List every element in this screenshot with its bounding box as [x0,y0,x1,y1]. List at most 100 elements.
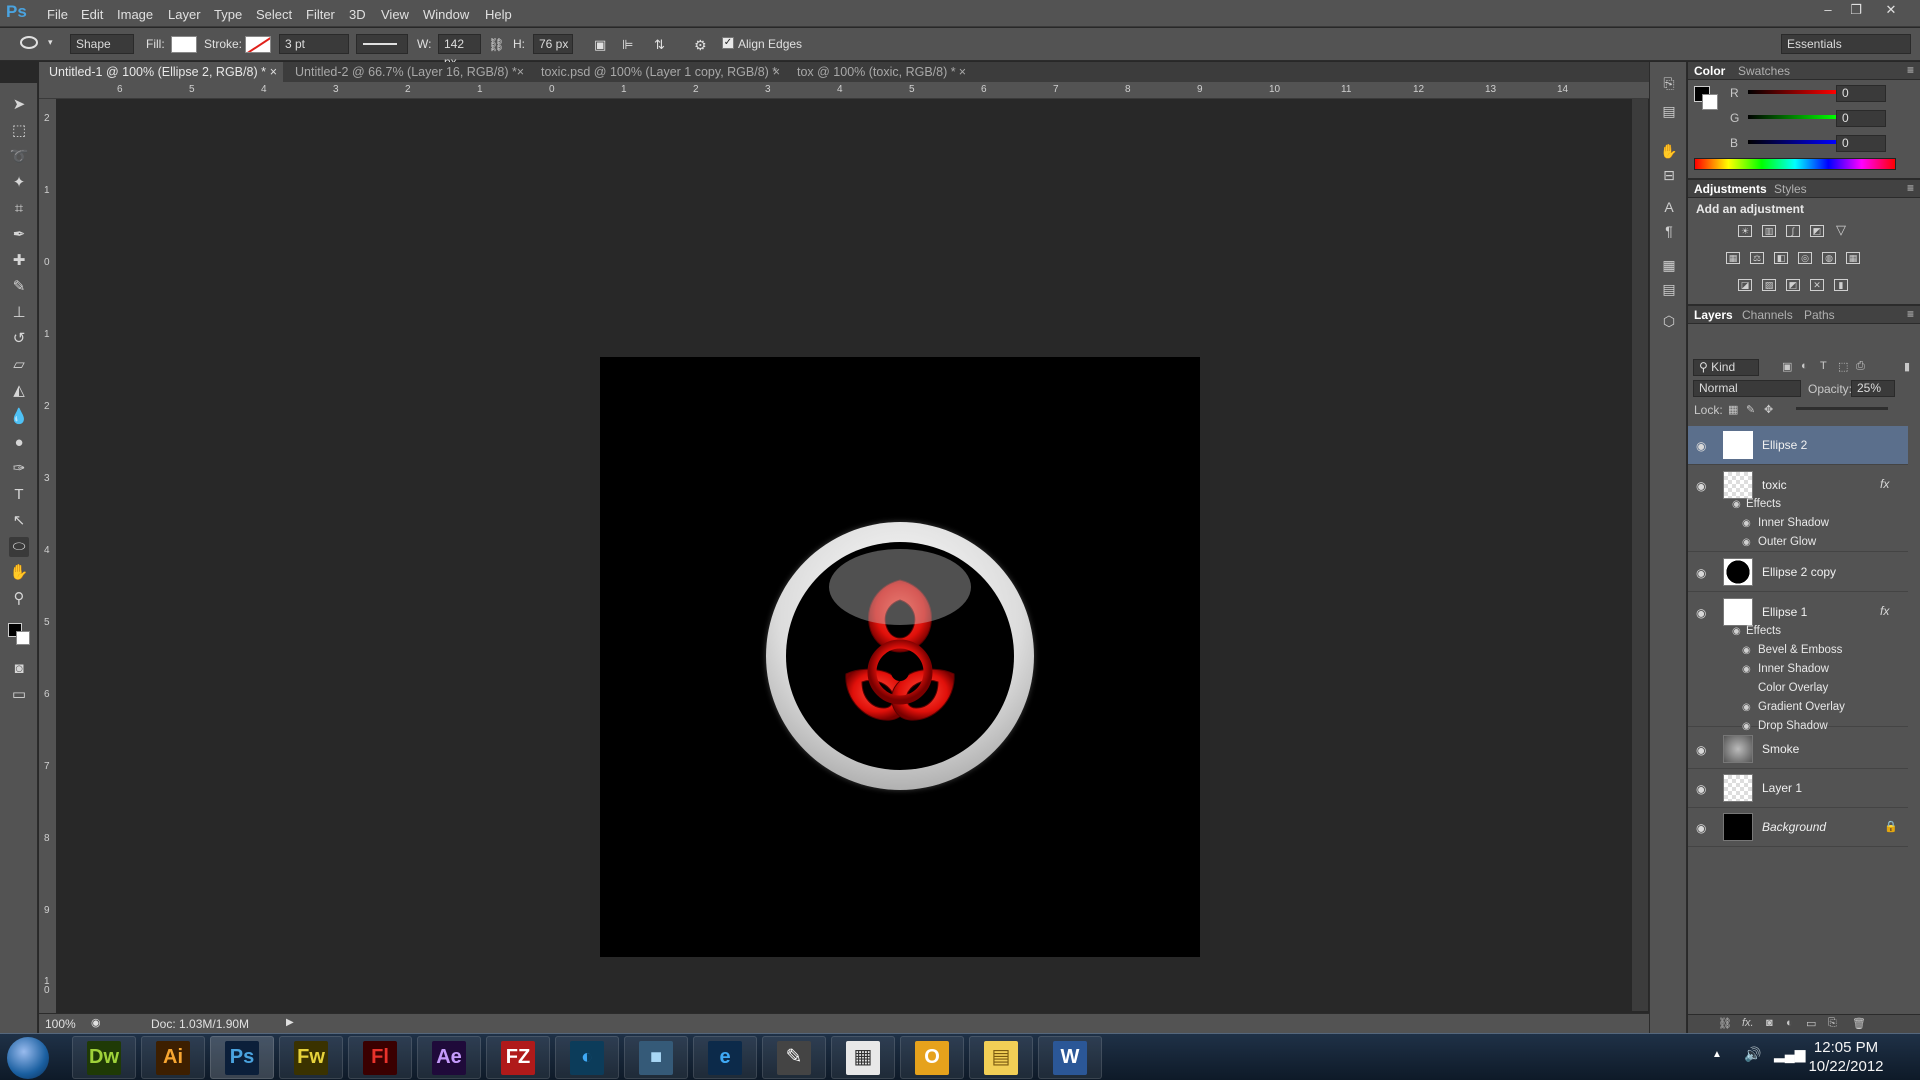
filter-toggle-icon[interactable]: ▮ [1904,360,1910,373]
quick-mask-icon[interactable]: ◙ [9,659,29,679]
color-balance-icon[interactable]: ⚖ [1750,252,1764,264]
menu-select[interactable]: Select [256,7,292,22]
hand-tool-icon[interactable]: ✋ [9,563,29,583]
effect-inner-shadow[interactable]: Inner Shadow [1758,517,1829,529]
add-style-icon[interactable]: fx. [1742,1017,1754,1029]
panel-menu-icon[interactable]: ≡ [1907,63,1914,77]
tab-toxic-psd[interactable]: toxic.psd @ 100% (Layer 1 copy, RGB/8) *… [531,62,786,82]
healing-brush-tool-icon[interactable]: ✚ [9,251,29,271]
restore-icon[interactable]: ❐ [1845,2,1867,20]
exposure-icon[interactable]: ◩ [1810,225,1824,237]
tab-adjustments[interactable]: Adjustments [1694,180,1767,198]
taskbar-app-dreamweaver[interactable]: Dw [72,1036,136,1079]
link-icon[interactable]: ⛓ [488,37,505,53]
close-tab-icon[interactable]: × [773,62,780,82]
filter-pixel-icon[interactable]: ▣ [1782,360,1792,373]
layer-row-smoke[interactable]: ◉ Smoke [1688,730,1908,769]
menu-help[interactable]: Help [485,7,512,22]
minimize-icon[interactable]: – [1817,2,1839,20]
new-adjustment-icon[interactable]: ◐ [1786,1017,1793,1029]
path-arrangement-icon[interactable]: ⇅ [654,37,665,53]
taskbar-app-after-effects[interactable]: Ae [417,1036,481,1079]
filter-kind-select[interactable]: ⚲ Kind [1693,359,1759,376]
effect-inner-shadow[interactable]: Inner Shadow [1758,663,1829,675]
fx-icon[interactable]: fx [1880,477,1889,491]
curves-icon[interactable]: ∫ [1786,225,1800,237]
photo-filter-icon[interactable]: ◎ [1798,252,1812,264]
path-alignment-icon[interactable]: ⊫ [622,37,633,53]
color-lookup-icon[interactable]: ▦ [1846,252,1860,264]
close-tab-icon[interactable]: × [270,62,277,82]
lock-position-icon[interactable]: ✥ [1764,403,1773,416]
dodge-tool-icon[interactable]: ● [9,433,29,453]
eye-icon[interactable]: ◉ [1742,645,1751,656]
eye-icon[interactable]: ◉ [1696,566,1706,580]
filter-adjustment-icon[interactable]: ◐ [1801,360,1808,372]
brush-presets-icon[interactable]: ✋ [1660,142,1678,160]
eye-icon[interactable]: ◉ [1696,782,1706,796]
menu-image[interactable]: Image [117,7,153,22]
menu-file[interactable]: File [47,7,68,22]
eraser-tool-icon[interactable]: ▱ [9,355,29,375]
document-canvas[interactable] [600,357,1200,957]
new-group-icon[interactable]: ▭ [1806,1017,1816,1030]
eye-icon[interactable]: ◉ [1696,606,1706,620]
layer-row-ellipse-2-copy[interactable]: ◉ Ellipse 2 copy [1688,553,1908,592]
taskbar-app-explorer[interactable]: ▤ [969,1036,1033,1079]
chevron-right-icon[interactable]: ▶ [286,1017,294,1028]
align-edges-checkbox[interactable]: ✓ [722,37,734,49]
type-tool-icon[interactable]: T [9,485,29,505]
gear-icon[interactable]: ⚙ [694,37,707,54]
tab-untitled-1[interactable]: Untitled-1 @ 100% (Ellipse 2, RGB/8) * × [39,62,283,82]
tab-channels[interactable]: Channels [1742,306,1793,324]
effect-bevel-emboss[interactable]: Bevel & Emboss [1758,644,1842,656]
vibrance-icon[interactable]: ▽ [1834,223,1848,237]
taskbar-app-filezilla[interactable]: FZ [486,1036,550,1079]
channel-g-input[interactable]: 0 [1836,110,1886,127]
black-white-icon[interactable]: ◧ [1774,252,1788,264]
eye-icon[interactable]: ◉ [1732,499,1741,510]
effect-outer-glow[interactable]: Outer Glow [1758,536,1816,548]
stroke-swatch-none-icon[interactable] [245,36,271,53]
taskbar-app-maps[interactable]: ◐ [555,1036,619,1079]
paint-bucket-tool-icon[interactable]: ◭ [9,381,29,401]
background-color-swatch[interactable] [16,631,30,645]
actions-icon[interactable]: ▤ [1660,102,1678,120]
menu-view[interactable]: View [381,7,409,22]
lasso-tool-icon[interactable]: ➰ [9,147,29,167]
clone-stamp-tool-icon[interactable]: ⊥ [9,303,29,323]
magic-wand-tool-icon[interactable]: ✦ [9,173,29,193]
threshold-icon[interactable]: ◩ [1786,279,1800,291]
fill-swatch[interactable] [171,36,197,53]
add-mask-icon[interactable]: ◙ [1766,1017,1773,1029]
menu-filter[interactable]: Filter [306,7,335,22]
blur-tool-icon[interactable]: 💧 [9,407,29,427]
paragraph-icon[interactable]: ¶ [1660,222,1678,240]
panel-menu-icon[interactable]: ≡ [1907,181,1914,195]
taskbar-app-eraser[interactable]: ■ [624,1036,688,1079]
opacity-input[interactable]: 25% [1851,380,1895,397]
eye-icon[interactable]: ◉ [1696,479,1706,493]
tab-styles[interactable]: Styles [1774,180,1807,198]
filter-shape-icon[interactable]: ⬚ [1838,360,1848,373]
screen-mode-icon[interactable]: ▭ [9,685,29,705]
vertical-scrollbar[interactable] [1632,99,1648,1011]
lock-transparent-icon[interactable]: ▦ [1728,403,1738,416]
brightness-contrast-icon[interactable]: ☀ [1738,225,1752,237]
tool-mode-select[interactable]: Shape [70,34,134,54]
ellipse-tool-icon[interactable]: ⬭ [9,537,29,557]
link-layers-icon[interactable]: ⛓ [1718,1017,1732,1030]
effect-color-overlay[interactable]: Color Overlay [1758,682,1828,694]
notes-icon[interactable]: ▤ [1660,280,1678,298]
volume-icon[interactable]: 🔊 [1744,1046,1761,1063]
channel-r-input[interactable]: 0 [1836,85,1886,102]
width-input[interactable]: 142 px [438,34,481,69]
info-icon[interactable]: ▦ [1660,256,1678,274]
crop-tool-icon[interactable]: ⌗ [9,199,29,219]
chevron-down-icon[interactable]: ▾ [48,37,53,48]
layer-row-ellipse-2[interactable]: ◉ Ellipse 2 [1688,426,1908,465]
posterize-icon[interactable]: ▨ [1762,279,1776,291]
layer-row-ellipse-1[interactable]: ◉ Ellipse 1 fx ◉ Effects ◉ Bevel & Embos… [1688,593,1908,732]
menu-3d[interactable]: 3D [349,7,366,22]
show-hidden-icons-icon[interactable]: ▲ [1712,1049,1722,1060]
